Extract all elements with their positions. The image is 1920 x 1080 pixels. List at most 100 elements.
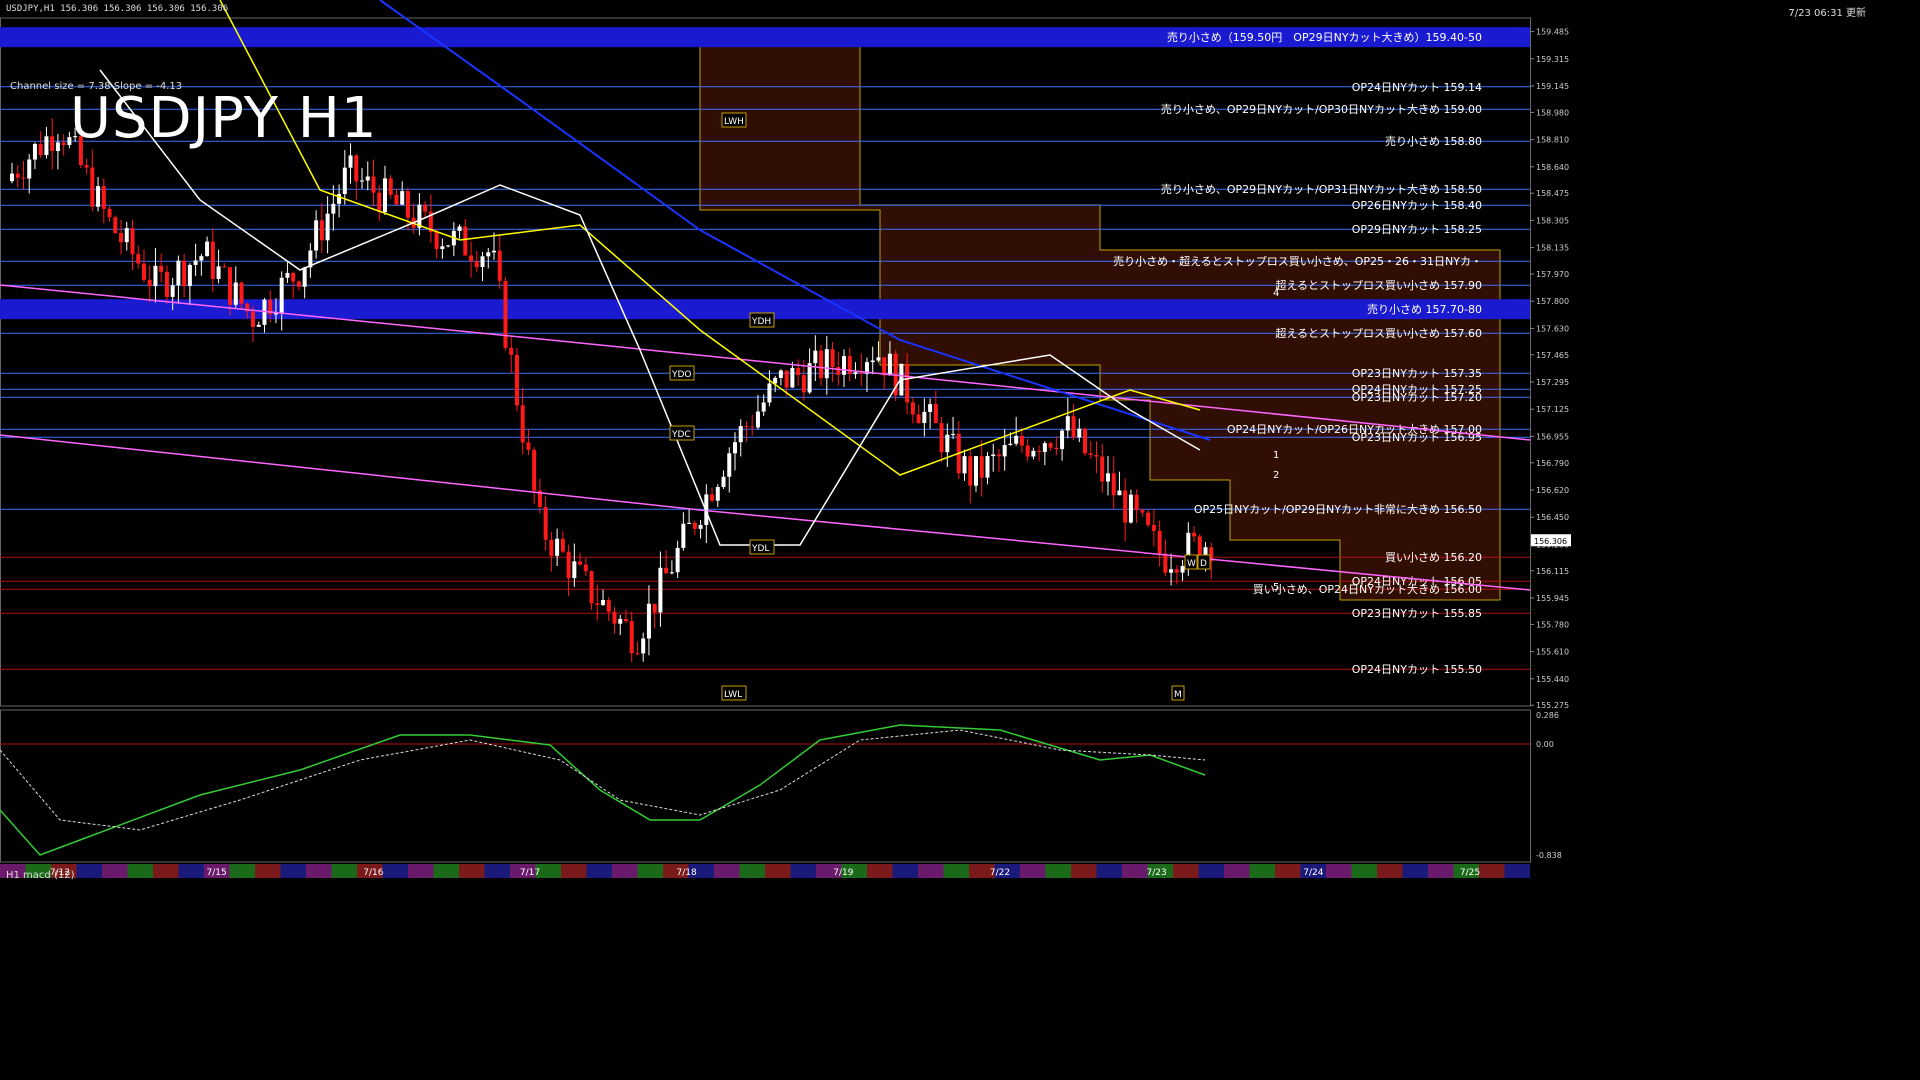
candle-body [10, 173, 14, 182]
candle-body [291, 272, 296, 282]
candle-body [727, 453, 732, 477]
candle-body [423, 204, 428, 212]
date-axis-segment [331, 864, 357, 878]
candles [10, 118, 1214, 663]
candle-body [675, 547, 680, 573]
updated-timestamp: 7/23 06:31 更新 [1788, 8, 1866, 19]
candle-body [1014, 435, 1019, 444]
candle-body [400, 191, 405, 205]
candle-body [876, 357, 881, 361]
level-label: 売り小さめ（159.50円 OP29日NYカット大きめ）159.40-50 [1167, 30, 1482, 44]
candle-body [916, 414, 921, 424]
candle-body [446, 245, 451, 247]
candle-body [882, 357, 887, 376]
date-axis-segment [1045, 864, 1071, 878]
candle-body [520, 405, 525, 443]
level-label: OP23日NYカット 157.20 [1352, 391, 1482, 404]
candle-body [1025, 445, 1030, 457]
price-tick-label: 159.315 [1536, 55, 1569, 64]
chart-canvas[interactable]: 売り小さめ（159.50円 OP29日NYカット大きめ）159.40-50 OP2… [0, 0, 1920, 1080]
marker-label: W [1187, 559, 1196, 569]
level-label: OP26日NYカット 158.40 [1352, 199, 1482, 212]
candle-body [962, 456, 967, 474]
candle-body [314, 220, 319, 251]
date-axis-segment [127, 864, 153, 878]
candle-body [687, 522, 692, 524]
candle-body [755, 411, 760, 428]
candle-body [1157, 530, 1162, 554]
candle-body [50, 136, 55, 152]
candle-body [388, 178, 393, 195]
candle-body [1060, 430, 1065, 450]
candle-body [434, 231, 439, 250]
candle-body [405, 191, 410, 218]
candle-body [285, 272, 290, 278]
price-tick-label: 155.610 [1536, 648, 1569, 657]
candle-body [239, 282, 244, 304]
candle-body [606, 600, 611, 612]
date-axis-segment [1071, 864, 1097, 878]
candle-body [566, 551, 571, 579]
candle-body [813, 350, 818, 364]
candle-body [698, 524, 703, 529]
candle-body [377, 192, 382, 213]
candle-body [1117, 490, 1122, 496]
candle-body [710, 494, 715, 501]
level-label: OP29日NYカット 158.25 [1352, 223, 1482, 236]
price-tick-label: 155.945 [1536, 594, 1569, 603]
date-axis-segment [484, 864, 510, 878]
candle-body [801, 375, 806, 393]
date-axis-segment [1504, 864, 1530, 878]
candle-body [612, 611, 617, 624]
candle-body [90, 167, 95, 207]
date-axis-segment [1249, 864, 1275, 878]
candle-body [159, 265, 164, 272]
candle-body [216, 266, 221, 279]
candle-body [469, 255, 474, 262]
date-axis-segment [1402, 864, 1428, 878]
date-axis-segment [892, 864, 918, 878]
candle-body [107, 208, 112, 218]
candle-body [348, 155, 353, 168]
candle-body [532, 449, 537, 491]
candle-body [853, 372, 858, 375]
candle-body [939, 423, 944, 453]
candle-body [836, 366, 841, 375]
candle-body [296, 281, 301, 287]
macd-panel-frame [0, 709, 1531, 863]
level-label: 超えるとストップロス買い小さめ 157.60 [1275, 326, 1482, 340]
candle-body [887, 353, 892, 376]
level-label: OP24日NYカット 155.50 [1352, 663, 1482, 676]
date-axis-segment [867, 864, 893, 878]
price-tick-label: 157.630 [1536, 324, 1569, 333]
candle-body [692, 522, 697, 529]
level-label: 売り小さめ、OP29日NYカット/OP31日NYカット大きめ 158.50 [1161, 182, 1482, 196]
wave-label: 2 [1273, 470, 1279, 481]
level-label: 超えるとストップロス買い小さめ 157.90 [1275, 278, 1482, 292]
candle-body [870, 360, 875, 363]
date-axis-segment [178, 864, 204, 878]
price-tick-label: 158.810 [1536, 136, 1569, 145]
candle-body [319, 220, 324, 241]
level-label: 買い小さめ 156.20 [1385, 551, 1482, 564]
candle-body [560, 538, 565, 552]
price-tick-label: 156.790 [1536, 459, 1569, 468]
date-axis-segment [1377, 864, 1403, 878]
date-axis-segment [1351, 864, 1377, 878]
candle-body [1105, 473, 1110, 482]
date-axis-segment [586, 864, 612, 878]
candle-body [1071, 416, 1076, 438]
date-axis-segment [918, 864, 944, 878]
candle-body [910, 402, 915, 415]
price-tick-label: 158.475 [1536, 189, 1569, 198]
date-axis-segment [102, 864, 128, 878]
candle-body [256, 324, 261, 327]
macd-axis-top: 0.286 [1536, 711, 1559, 720]
candle-body [337, 194, 342, 204]
candle-body [279, 277, 284, 313]
candle-body [945, 434, 950, 453]
candle-body [830, 349, 835, 367]
price-tick-label: 155.440 [1536, 675, 1569, 684]
date-axis-segment [1479, 864, 1505, 878]
candle-body [463, 226, 468, 256]
